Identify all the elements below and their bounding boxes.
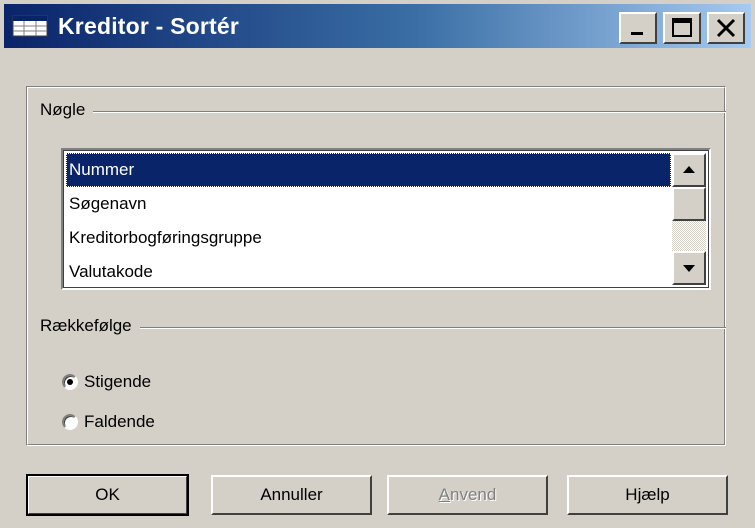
table-icon — [12, 15, 48, 37]
radio-descending[interactable]: Faldende — [62, 412, 155, 432]
scroll-down-button[interactable] — [672, 251, 706, 285]
maximize-button[interactable] — [663, 12, 701, 44]
arrow-down-icon — [683, 265, 695, 272]
scroll-thumb[interactable] — [672, 187, 706, 221]
arrow-up-icon — [683, 166, 695, 173]
maximize-icon — [672, 18, 692, 37]
key-listbox[interactable]: Nummer Søgenavn Kreditorbogføringsgruppe… — [61, 148, 711, 290]
radio-button-unchecked[interactable] — [62, 414, 78, 430]
minimize-button[interactable] — [619, 12, 657, 44]
ok-button[interactable]: OK — [26, 474, 189, 516]
radio-descending-label: Faldende — [84, 412, 155, 431]
vertical-scrollbar[interactable] — [672, 153, 706, 285]
key-list: Nummer Søgenavn Kreditorbogføringsgruppe… — [66, 153, 671, 289]
title-bar[interactable]: Kreditor - Sortér — [4, 4, 751, 48]
cancel-button[interactable]: Annuller — [211, 475, 372, 515]
radio-ascending[interactable]: Stigende — [62, 372, 151, 392]
close-icon — [716, 18, 736, 38]
apply-button-label: Anvend — [438, 485, 497, 504]
list-item-nummer[interactable]: Nummer — [66, 153, 671, 187]
radio-button-checked[interactable] — [62, 374, 78, 390]
apply-button: Anvend — [387, 475, 548, 515]
list-item-valutakode[interactable]: Valutakode — [66, 255, 671, 289]
key-group-divider — [40, 111, 726, 113]
minimize-icon — [631, 32, 643, 35]
close-button[interactable] — [707, 12, 745, 44]
order-group-divider — [40, 327, 726, 329]
list-item-kreditorbogfoeringsgruppe[interactable]: Kreditorbogføringsgruppe — [66, 221, 671, 255]
help-button[interactable]: Hjælp — [567, 475, 728, 515]
list-item-soegenavn[interactable]: Søgenavn — [66, 187, 671, 221]
key-group-label: Nøgle — [40, 100, 94, 120]
sort-dialog: Kreditor - Sortér Nøgle Nummer Søgenavn … — [0, 0, 755, 528]
radio-ascending-label: Stigende — [84, 372, 152, 391]
scroll-up-button[interactable] — [672, 153, 706, 187]
window-title: Kreditor - Sortér — [58, 12, 240, 39]
order-group-label: Rækkefølge — [40, 316, 140, 336]
